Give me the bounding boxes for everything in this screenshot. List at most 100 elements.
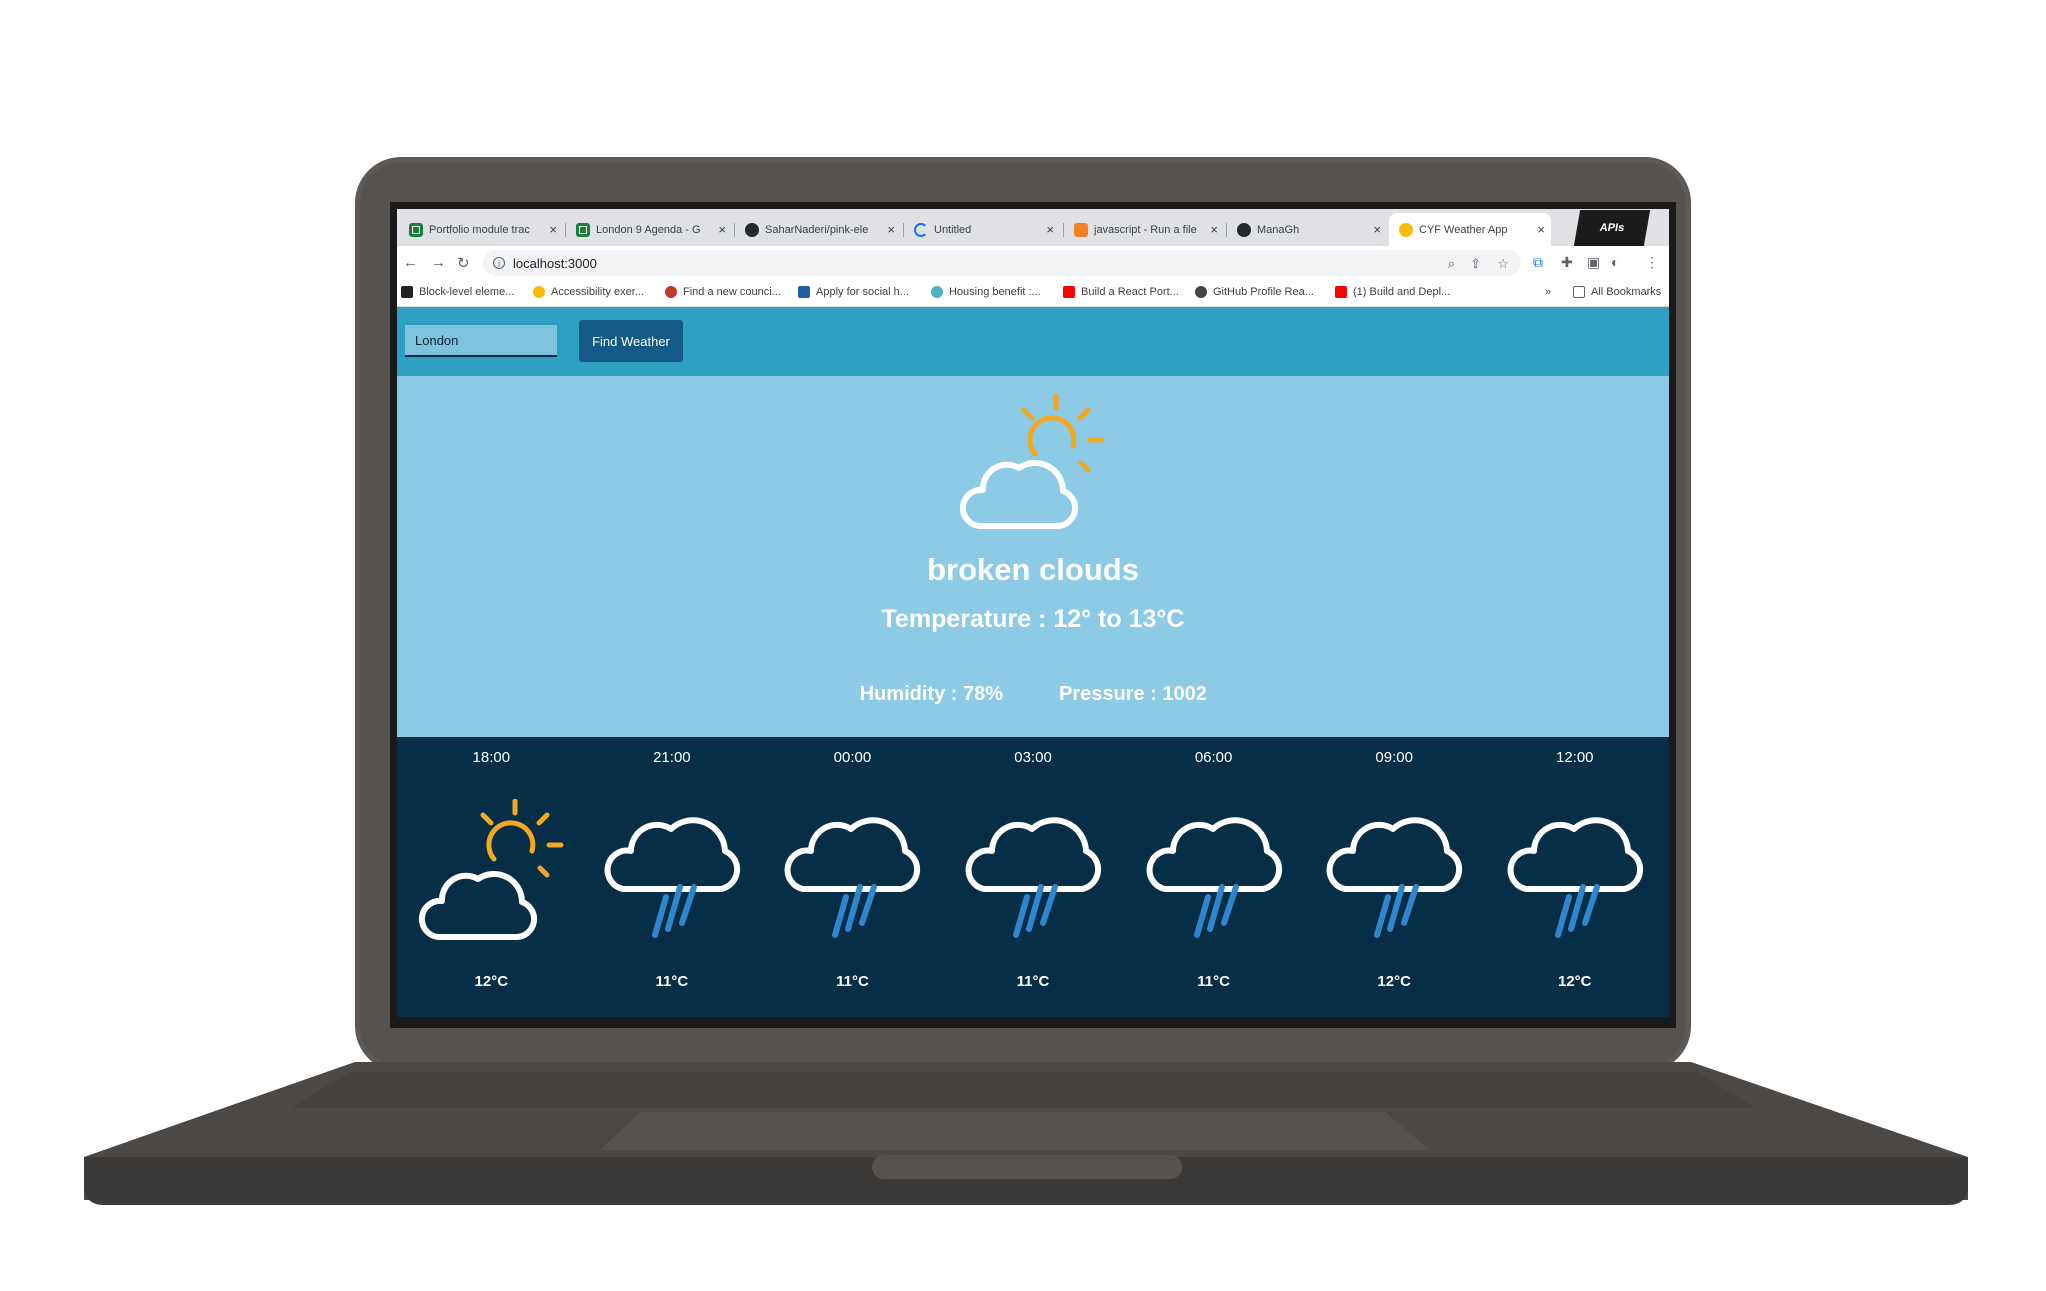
forecast-item: 03:00 11°C <box>943 737 1124 1017</box>
bookmark-item[interactable]: Build a React Port... <box>1063 286 1179 298</box>
forecast-time: 06:00 <box>1194 749 1233 766</box>
tab-title: London 9 Agenda - G <box>596 223 701 236</box>
bookmark-label: Find a new counci... <box>683 286 781 298</box>
bookmark-label: Housing benefit :... <box>949 286 1041 298</box>
bookmark-item[interactable]: Find a new counci... <box>665 286 781 298</box>
close-icon[interactable]: × <box>1046 222 1054 237</box>
bookmark-label: Build a React Port... <box>1081 286 1179 298</box>
tab-title: SaharNaderi/pink-ele <box>765 223 869 236</box>
tab-london-agenda[interactable]: London 9 Agenda - G × <box>566 213 732 246</box>
forward-arrow-icon[interactable]: → <box>431 254 446 271</box>
github-icon <box>745 222 759 237</box>
tab-title: ManaGh <box>1257 223 1300 236</box>
tab-title: CYF Weather App <box>1419 223 1508 236</box>
forecast-time: 09:00 <box>1375 749 1413 766</box>
overflow-chevron-icon: » <box>1545 286 1552 298</box>
close-icon[interactable]: × <box>887 222 895 237</box>
rain-icon <box>1326 817 1463 938</box>
find-weather-button[interactable]: Find Weather <box>579 320 683 362</box>
close-icon[interactable]: × <box>549 222 557 237</box>
tab-untitled[interactable]: Untitled × <box>904 213 1060 246</box>
forecast-temp: 12°C <box>1377 973 1411 990</box>
tab-title: javascript - Run a file <box>1094 223 1197 236</box>
badge-text: APIs <box>1598 222 1626 234</box>
github-icon <box>1237 222 1251 237</box>
moon-icon <box>1195 286 1207 298</box>
side-panel-icon[interactable]: ▣ <box>1587 254 1600 271</box>
address-bar[interactable]: i localhost:3000 ⌕ ⇪ ☆ <box>483 250 1521 276</box>
forecast-temp: 11°C <box>1197 973 1230 990</box>
search-bar: Find Weather <box>397 307 1669 376</box>
forecast-item: 00:00 11°C <box>762 737 943 1017</box>
profile-avatar-icon[interactable]: ◐ <box>1611 254 1619 270</box>
bookmark-item[interactable]: Accessibility exer... <box>533 286 644 298</box>
close-icon[interactable]: × <box>718 222 726 237</box>
tab-stackoverflow[interactable]: javascript - Run a file × <box>1064 213 1224 246</box>
current-weather-panel: broken clouds Temperature : 12° to 13°C … <box>397 376 1669 737</box>
medium-icon <box>401 286 413 298</box>
temperature-range: Temperature : 12° to 13°C <box>881 605 1185 633</box>
loading-icon <box>914 222 928 237</box>
housing-icon <box>931 286 943 298</box>
bookmark-item[interactable]: (1) Build and Depl... <box>1335 286 1450 298</box>
bookmark-item[interactable]: Block-level eleme... <box>401 286 514 298</box>
bookmark-item[interactable]: Apply for social h... <box>798 286 909 298</box>
share-icon[interactable]: ⇪ <box>1470 256 1481 272</box>
forecast-item: 18:00 12°C <box>401 737 582 1017</box>
star-icon[interactable]: ☆ <box>1497 256 1509 272</box>
bookmark-item[interactable]: Housing benefit :... <box>931 286 1041 298</box>
bookmark-label: Accessibility exer... <box>551 286 644 298</box>
forecast-strip: 18:00 12°C 21:00 11°C 00:00 11°C 03:00 1… <box>397 737 1669 1017</box>
back-arrow-icon[interactable]: ← <box>403 254 418 271</box>
bookmark-label: GitHub Profile Rea... <box>1213 286 1314 298</box>
forecast-time: 00:00 <box>833 749 872 766</box>
zoom-icon[interactable]: ⌕ <box>1448 256 1455 272</box>
weather-description: broken clouds <box>927 552 1139 587</box>
forecast-item: 12:00 12°C <box>1484 737 1665 1017</box>
site-info-icon[interactable]: i <box>493 257 505 269</box>
forecast-temp: 11°C <box>655 973 689 990</box>
weather-app: Find Weather broken clouds Temperature :… <box>397 307 1669 1017</box>
rain-icon <box>1507 817 1643 938</box>
menu-kebab-icon[interactable]: ⋮ <box>1645 254 1659 271</box>
forecast-time: 03:00 <box>1014 749 1052 766</box>
youtube-icon <box>1063 286 1075 298</box>
sheets-icon <box>409 222 423 237</box>
forecast-time: 18:00 <box>472 749 511 766</box>
translate-icon[interactable]: ⧉ <box>1533 254 1543 271</box>
forecast-item: 21:00 11°C <box>582 737 763 1017</box>
forecast-temp: 11°C <box>836 973 869 990</box>
tab-portfolio[interactable]: Portfolio module trac × <box>399 213 563 246</box>
reload-icon[interactable]: ↻ <box>457 254 470 272</box>
close-icon[interactable]: × <box>1373 222 1381 237</box>
cloud-sun-icon <box>419 799 564 941</box>
forecast-temp: 11°C <box>1016 973 1050 990</box>
browser-toolbar: ← → ↻ i localhost:3000 ⌕ ⇪ ☆ ⧉ ✚ ▣ ◐ ⋮ <box>397 246 1669 280</box>
address-url: localhost:3000 <box>513 255 597 271</box>
tab-cyf-weather-app[interactable]: CYF Weather App × <box>1389 213 1551 246</box>
forecast-item: 06:00 11°C <box>1123 737 1304 1017</box>
bookmark-item[interactable]: GitHub Profile Rea... <box>1195 286 1314 298</box>
close-icon[interactable]: × <box>1210 222 1218 237</box>
rain-icon <box>965 817 1102 938</box>
all-bookmarks[interactable]: All Bookmarks <box>1573 286 1661 298</box>
bookmarks-overflow[interactable]: » <box>1545 286 1551 298</box>
rain-icon <box>1146 817 1282 938</box>
rain-icon <box>604 817 740 938</box>
close-icon[interactable]: × <box>1537 222 1545 237</box>
city-input[interactable] <box>405 325 557 357</box>
council-icon <box>665 286 677 298</box>
tab-managh[interactable]: ManaGh × <box>1227 213 1387 246</box>
star-favicon-icon <box>533 286 545 298</box>
extensions-icon[interactable]: ✚ <box>1561 254 1573 271</box>
humidity-value: Humidity : 78% <box>859 683 1003 705</box>
forecast-time: 12:00 <box>1555 749 1594 766</box>
tab-github-repo[interactable]: SaharNaderi/pink-ele × <box>735 213 901 246</box>
bookmark-label: (1) Build and Depl... <box>1353 286 1451 298</box>
gov-icon <box>798 286 810 298</box>
profile-badge[interactable]: APIs <box>1573 210 1651 246</box>
stackoverflow-icon <box>1074 222 1088 237</box>
browser-window: Portfolio module trac × London 9 Agenda … <box>397 209 1669 1017</box>
forecast-time: 21:00 <box>653 749 691 766</box>
sheets-icon <box>576 222 590 237</box>
